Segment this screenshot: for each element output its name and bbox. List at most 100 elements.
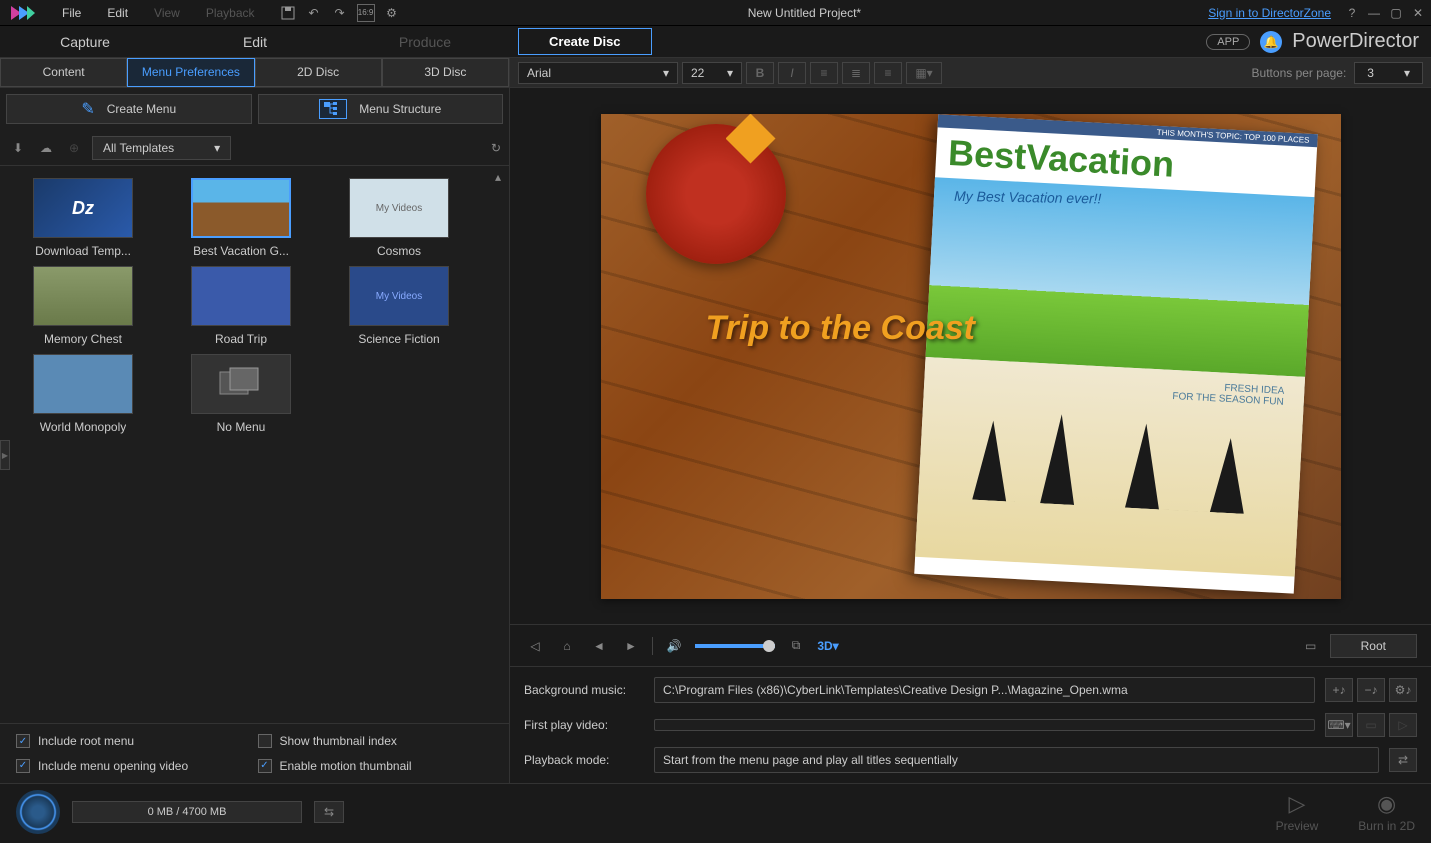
music-settings-icon[interactable]: ⚙♪: [1389, 678, 1417, 702]
align-right-button[interactable]: ≡: [874, 62, 902, 84]
refresh-icon[interactable]: ↻: [491, 141, 501, 155]
undo-icon[interactable]: ↶: [305, 4, 323, 22]
align-left-button[interactable]: ≡: [810, 62, 838, 84]
disc-options-icon[interactable]: ⇆: [314, 801, 344, 823]
share-icon[interactable]: ⊕: [64, 138, 84, 158]
settings-gear-icon[interactable]: ⚙: [383, 4, 401, 22]
playback-bar: ◁ ⌂ ◄ ► 🔊 ⧉ 3D ▾ ▭ Root: [510, 624, 1431, 666]
scroll-up-icon[interactable]: ▴: [495, 170, 505, 180]
template-road-trip[interactable]: Road Trip: [166, 266, 316, 346]
playback-mode-field[interactable]: Start from the menu page and play all ti…: [654, 747, 1379, 773]
font-size-select[interactable]: 22 ▾: [682, 62, 742, 84]
template-label: Download Temp...: [35, 244, 131, 258]
save-icon[interactable]: [279, 4, 297, 22]
browse-video-icon[interactable]: ⌨▾: [1325, 713, 1353, 737]
template-label: No Menu: [217, 420, 266, 434]
volume-slider[interactable]: [695, 644, 775, 648]
template-science-fiction[interactable]: My Videos Science Fiction: [324, 266, 474, 346]
first-play-field[interactable]: [654, 719, 1315, 731]
home-icon[interactable]: ⌂: [556, 635, 578, 657]
bold-button[interactable]: B: [746, 62, 774, 84]
template-label: Memory Chest: [44, 332, 122, 346]
checkbox-label: Enable motion thumbnail: [280, 759, 412, 773]
preview-canvas[interactable]: THIS MONTH'S TOPIC: TOP 100 PLACES BestV…: [601, 114, 1341, 599]
checkbox-opening-video[interactable]: ✓ Include menu opening video: [16, 757, 252, 776]
template-no-menu[interactable]: No Menu: [166, 354, 316, 434]
menu-structure-button[interactable]: Menu Structure: [258, 94, 504, 124]
left-panel: Content Menu Preferences 2D Disc 3D Disc…: [0, 58, 510, 783]
preview-area: THIS MONTH'S TOPIC: TOP 100 PLACES BestV…: [510, 88, 1431, 624]
menu-title-text[interactable]: Trip to the Coast: [706, 309, 976, 348]
menu-edit[interactable]: Edit: [95, 3, 140, 23]
preview-button[interactable]: ▷ Preview: [1276, 791, 1319, 833]
layout-button[interactable]: ▦▾: [906, 62, 942, 84]
template-label: Best Vacation G...: [193, 244, 289, 258]
disc-icon[interactable]: [16, 790, 60, 834]
burn-label: Burn in 2D: [1358, 819, 1415, 833]
bpp-label: Buttons per page:: [1252, 66, 1347, 80]
volume-icon[interactable]: 🔊: [663, 635, 685, 657]
buttons-per-page-select[interactable]: 3 ▾: [1354, 62, 1423, 84]
structure-icon: [319, 99, 347, 119]
checkbox-motion-thumb[interactable]: ✓ Enable motion thumbnail: [258, 757, 494, 776]
app-badge[interactable]: APP: [1206, 34, 1250, 50]
close-icon[interactable]: ✕: [1409, 5, 1427, 21]
bg-music-field[interactable]: C:\Program Files (x86)\CyberLink\Templat…: [654, 677, 1315, 703]
nav-back-icon[interactable]: ◁: [524, 635, 546, 657]
template-download[interactable]: Dz Download Temp...: [8, 178, 158, 258]
font-family-select[interactable]: Arial ▾: [518, 62, 678, 84]
burn-button[interactable]: ◉ Burn in 2D: [1358, 791, 1415, 833]
template-world-monopoly[interactable]: World Monopoly: [8, 354, 158, 434]
checkbox-icon: [258, 734, 272, 748]
create-menu-button[interactable]: ✎ Create Menu: [6, 94, 252, 124]
template-cosmos[interactable]: My Videos Cosmos: [324, 178, 474, 258]
template-memory-chest[interactable]: Memory Chest: [8, 266, 158, 346]
preview-magazine-graphic: THIS MONTH'S TOPIC: TOP 100 PLACES BestV…: [914, 114, 1318, 593]
notification-bell-icon[interactable]: 🔔: [1260, 31, 1282, 53]
redo-icon[interactable]: ↷: [331, 4, 349, 22]
aspect-ratio-icon[interactable]: 16:9: [357, 4, 375, 22]
cloud-icon[interactable]: ☁: [36, 138, 56, 158]
italic-button[interactable]: I: [778, 62, 806, 84]
remove-music-icon[interactable]: −♪: [1357, 678, 1385, 702]
project-title: New Untitled Project*: [401, 6, 1209, 20]
options-checkboxes: ✓ Include root menu Show thumbnail index…: [0, 723, 509, 783]
add-music-icon[interactable]: +♪: [1325, 678, 1353, 702]
signin-link[interactable]: Sign in to DirectorZone: [1208, 6, 1331, 20]
tab-3d-disc[interactable]: 3D Disc: [382, 58, 509, 87]
snapshot-icon[interactable]: ⧉: [785, 635, 807, 657]
align-center-button[interactable]: ≣: [842, 62, 870, 84]
display-options-icon[interactable]: ▭: [1300, 635, 1322, 657]
tab-2d-disc[interactable]: 2D Disc: [255, 58, 382, 87]
chevron-down-icon: ▾: [1404, 66, 1410, 80]
menu-file[interactable]: File: [50, 3, 93, 23]
template-best-vacation[interactable]: Best Vacation G...: [166, 178, 316, 258]
checkbox-thumb-index[interactable]: Show thumbnail index: [258, 732, 494, 751]
bg-music-label: Background music:: [524, 683, 644, 697]
menu-structure-label: Menu Structure: [359, 102, 441, 116]
maximize-icon[interactable]: ▢: [1387, 5, 1405, 21]
mode-capture[interactable]: Capture: [0, 26, 170, 58]
bpp-value: 3: [1367, 66, 1374, 80]
root-button[interactable]: Root: [1330, 634, 1417, 658]
remove-video-icon[interactable]: ▭: [1357, 713, 1385, 737]
import-icon[interactable]: ⬇: [8, 138, 28, 158]
tab-menu-preferences[interactable]: Menu Preferences: [127, 58, 254, 87]
filter-dropdown-label: All Templates: [103, 141, 174, 155]
menu-settings: Background music: C:\Program Files (x86)…: [510, 666, 1431, 783]
next-icon[interactable]: ►: [620, 635, 642, 657]
size-value: 22: [691, 66, 704, 80]
3d-toggle[interactable]: 3D ▾: [817, 635, 839, 657]
template-grid: ▴ Dz Download Temp... Best Vacation G...…: [0, 166, 509, 723]
checkbox-include-root[interactable]: ✓ Include root menu: [16, 732, 252, 751]
tab-content[interactable]: Content: [0, 58, 127, 87]
mode-create-disc[interactable]: Create Disc: [518, 28, 652, 55]
prev-icon[interactable]: ◄: [588, 635, 610, 657]
help-icon[interactable]: ?: [1343, 5, 1361, 21]
mode-edit[interactable]: Edit: [170, 26, 340, 58]
playback-mode-options-icon[interactable]: ⇄: [1389, 748, 1417, 772]
template-filter-dropdown[interactable]: All Templates ▾: [92, 136, 231, 160]
mag-title-2: Vacation: [1025, 136, 1175, 185]
minimize-icon[interactable]: —: [1365, 5, 1383, 21]
play-video-icon[interactable]: ▷: [1389, 713, 1417, 737]
